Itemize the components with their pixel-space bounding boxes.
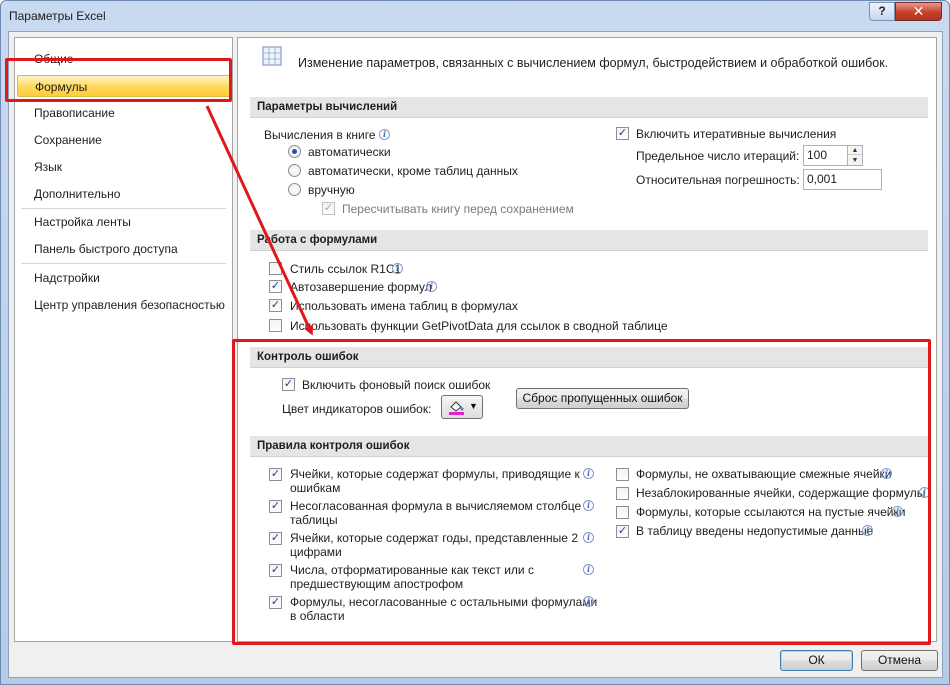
title-bar[interactable]: Параметры Excel ? ✕: [1, 1, 949, 31]
sidebar-divider: [21, 208, 226, 209]
close-button[interactable]: ✕: [895, 2, 942, 21]
cancel-button[interactable]: Отмена: [861, 650, 938, 671]
iterative-label: Включить итеративные вычисления: [636, 127, 837, 141]
section-calculation-options: Параметры вычислений: [250, 97, 928, 118]
radio-calc-automatic[interactable]: [288, 145, 301, 158]
info-icon[interactable]: i: [426, 281, 437, 292]
max-iterations-input[interactable]: 100: [803, 145, 849, 166]
r1c1-label: Стиль ссылок R1C1: [290, 262, 402, 276]
checkbox-table-names[interactable]: ✓: [269, 299, 282, 312]
page-description: Изменение параметров, связанных с вычисл…: [298, 56, 889, 70]
radio-label-manual: вручную: [308, 183, 355, 197]
sidebar-item-customize-ribbon[interactable]: Настройка ленты: [17, 211, 230, 233]
checkbox-recalc-before-save[interactable]: ✓: [322, 202, 335, 215]
help-button[interactable]: ?: [869, 2, 895, 21]
sidebar: Общие Формулы Правописание Сохранение Яз…: [14, 37, 233, 642]
sidebar-item-proofing[interactable]: Правописание: [17, 102, 230, 124]
radio-label-automatic: автоматически: [308, 145, 391, 159]
checkbox-iterative[interactable]: ✓: [616, 127, 629, 140]
sidebar-item-language[interactable]: Язык: [17, 156, 230, 178]
max-iterations-spinner[interactable]: ▲ ▼: [847, 145, 863, 166]
max-change-input[interactable]: 0,001: [803, 169, 882, 190]
info-icon[interactable]: i: [379, 129, 390, 140]
getpivotdata-label: Использовать функции GetPivotData для сс…: [290, 319, 668, 333]
sidebar-item-advanced[interactable]: Дополнительно: [17, 183, 230, 205]
sidebar-item-trust-center[interactable]: Центр управления безопасностью: [17, 294, 230, 316]
section-working-with-formulas: Работа с формулами: [250, 230, 928, 251]
recalc-before-save-label: Пересчитывать книгу перед сохранением: [342, 202, 574, 216]
radio-calc-auto-except-tables[interactable]: [288, 164, 301, 177]
autocomplete-label: Автозавершение формул: [290, 280, 432, 294]
spin-up-icon[interactable]: ▲: [848, 146, 862, 155]
table-names-label: Использовать имена таблиц в формулах: [290, 299, 518, 313]
fx-formula-icon: [262, 44, 292, 72]
radio-calc-manual[interactable]: [288, 183, 301, 196]
max-iterations-label: Предельное число итераций:: [636, 149, 800, 163]
window-title: Параметры Excel: [9, 9, 106, 23]
sidebar-item-save[interactable]: Сохранение: [17, 129, 230, 151]
ok-button[interactable]: ОК: [780, 650, 853, 671]
checkbox-r1c1[interactable]: [269, 262, 282, 275]
highlight-box-error-checking: [232, 339, 931, 645]
checkbox-getpivotdata[interactable]: [269, 319, 282, 332]
info-icon[interactable]: i: [392, 263, 403, 274]
checkbox-autocomplete[interactable]: ✓: [269, 280, 282, 293]
spin-down-icon[interactable]: ▼: [848, 156, 862, 165]
sidebar-item-addins[interactable]: Надстройки: [17, 267, 230, 289]
radio-label-auto-except-tables: автоматически, кроме таблиц данных: [308, 164, 518, 178]
sidebar-item-quick-access[interactable]: Панель быстрого доступа: [17, 238, 230, 260]
sidebar-divider: [21, 263, 226, 264]
highlight-box-formulas: [5, 58, 232, 102]
max-change-label: Относительная погрешность:: [636, 173, 800, 187]
workbook-calc-label: Вычисления в книге: [264, 128, 376, 142]
